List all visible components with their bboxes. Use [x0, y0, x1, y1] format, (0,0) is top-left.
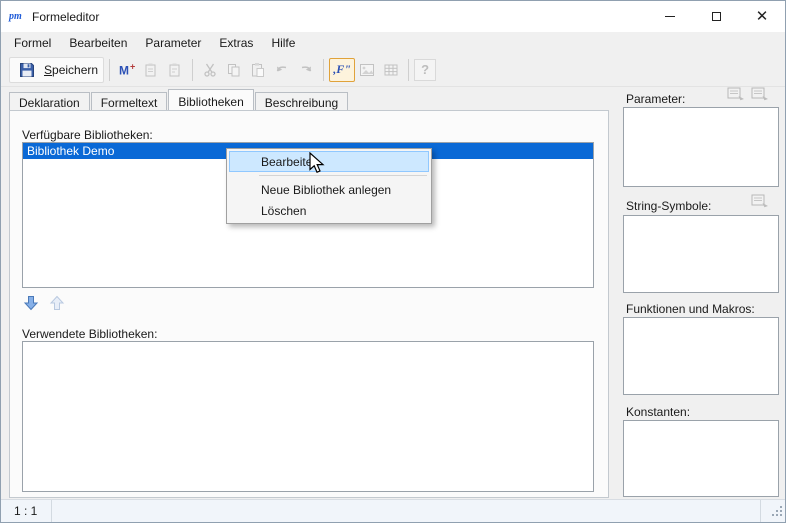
- resize-grip[interactable]: [769, 503, 784, 521]
- context-menu-separator: [259, 175, 427, 176]
- context-menu-item-neue-bibliothek-anlegen[interactable]: Neue Bibliothek anlegen: [229, 179, 429, 200]
- cut-icon[interactable]: [198, 58, 222, 82]
- sidebar: Parameter: String-Symbole:: [619, 87, 781, 499]
- arrow-up-icon: [49, 295, 65, 311]
- menu-extras[interactable]: Extras: [210, 33, 262, 53]
- image-icon[interactable]: [355, 58, 379, 82]
- undo-icon[interactable]: [270, 58, 294, 82]
- save-button-label: Speichern: [44, 63, 98, 77]
- paste-icon[interactable]: [246, 58, 270, 82]
- menu-bearbeiten[interactable]: Bearbeiten: [60, 33, 136, 53]
- copy-icon[interactable]: [222, 58, 246, 82]
- statusbar: 1 : 1: [1, 499, 785, 522]
- maximize-button[interactable]: [693, 1, 739, 32]
- toolbar-separator: [323, 59, 324, 81]
- formula-mode-icon[interactable]: ,F": [329, 58, 355, 82]
- toolbar-separator: [192, 59, 193, 81]
- move-up-button[interactable]: [48, 294, 65, 312]
- insert-parameter-icon[interactable]: [727, 87, 745, 101]
- minimize-button[interactable]: [647, 1, 693, 32]
- app-icon: pm: [9, 9, 27, 25]
- string-symbole-list[interactable]: [623, 215, 779, 293]
- funktionen-makros-label: Funktionen und Makros:: [626, 302, 755, 316]
- konstanten-list[interactable]: [623, 420, 779, 497]
- minimize-icon: [665, 16, 675, 17]
- menu-parameter[interactable]: Parameter: [136, 33, 210, 53]
- konstanten-label: Konstanten:: [626, 405, 690, 419]
- toolbar-separator: [408, 59, 409, 81]
- help-icon[interactable]: ?: [414, 59, 436, 81]
- arrow-down-icon: [23, 295, 39, 311]
- statusbar-panel: [52, 500, 760, 522]
- tab-deklaration[interactable]: Deklaration: [9, 92, 90, 110]
- menubar: Formel Bearbeiten Parameter Extras Hilfe: [1, 32, 785, 53]
- toolbar: Speichern M +: [1, 53, 785, 87]
- available-libraries-label: Verfügbare Bibliotheken:: [22, 128, 153, 142]
- tab-bibliotheken[interactable]: Bibliotheken: [168, 89, 253, 110]
- insert-symbol-icon[interactable]: M +: [115, 58, 139, 82]
- string-symbole-label: String-Symbole:: [626, 199, 711, 213]
- save-icon: [15, 58, 39, 82]
- parameter-label: Parameter:: [626, 92, 685, 106]
- parameter-list[interactable]: [623, 107, 779, 187]
- menu-formel[interactable]: Formel: [5, 33, 60, 53]
- save-button[interactable]: Speichern: [9, 57, 104, 83]
- zoom-indicator: 1 : 1: [1, 504, 51, 518]
- context-menu-item-bearbeiten[interactable]: Bearbeiten: [229, 151, 429, 172]
- insert-parameter-alt-icon[interactable]: [751, 87, 769, 101]
- close-button[interactable]: ✕: [739, 1, 785, 32]
- svg-text:+: +: [130, 62, 135, 72]
- context-menu-item-loeschen[interactable]: Löschen: [229, 200, 429, 221]
- tab-beschreibung[interactable]: Beschreibung: [255, 92, 348, 110]
- paste-formula-icon[interactable]: [139, 58, 163, 82]
- used-libraries-label: Verwendete Bibliotheken:: [22, 327, 157, 341]
- titlebar: pm Formeleditor ✕: [1, 1, 785, 32]
- window-title: Formeleditor: [32, 10, 99, 24]
- redo-icon[interactable]: [294, 58, 318, 82]
- tab-row: Deklaration Formeltext Bibliotheken Besc…: [9, 91, 609, 110]
- funktionen-makros-list[interactable]: [623, 317, 779, 395]
- move-down-button[interactable]: [22, 294, 39, 312]
- maximize-icon: [712, 12, 721, 21]
- toolbar-separator: [109, 59, 110, 81]
- context-menu: Bearbeiten Neue Bibliothek anlegen Lösch…: [226, 148, 432, 224]
- paste-parameter-icon[interactable]: [163, 58, 187, 82]
- tab-formeltext[interactable]: Formeltext: [91, 92, 168, 110]
- insert-string-symbol-icon[interactable]: [751, 194, 769, 208]
- close-icon: ✕: [756, 9, 769, 24]
- menu-hilfe[interactable]: Hilfe: [262, 33, 304, 53]
- move-buttons: [22, 294, 65, 312]
- table-icon[interactable]: [379, 58, 403, 82]
- svg-text:M: M: [119, 63, 129, 77]
- used-libraries-list[interactable]: [22, 341, 594, 492]
- caption-buttons: ✕: [647, 1, 785, 32]
- app-window: pm Formeleditor ✕ Formel Bearbeiten Para…: [0, 0, 786, 523]
- statusbar-divider: [760, 500, 761, 522]
